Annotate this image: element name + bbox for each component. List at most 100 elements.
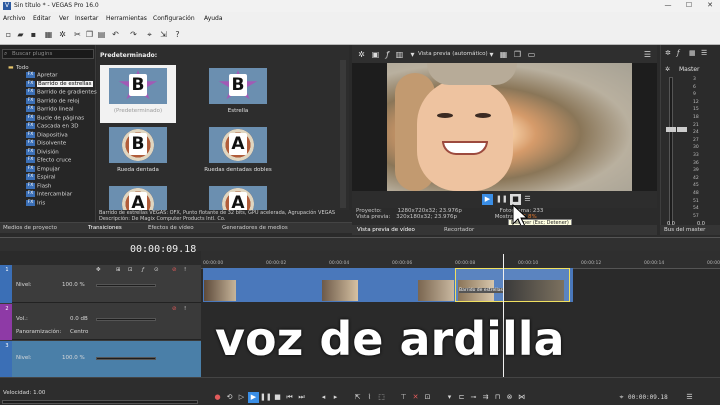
master-fx-icon[interactable]: ƒ	[677, 49, 679, 57]
normal-edit-tool-icon[interactable]: ⇱	[352, 392, 363, 403]
split-screen-icon[interactable]: ▥	[394, 49, 405, 60]
preset-thumbnail[interactable]: B Rueda dentada	[100, 124, 176, 182]
tree-item[interactable]: FX Diapositiva	[26, 131, 68, 140]
track-1-composite-icon[interactable]: ⊡	[128, 267, 133, 273]
lock-envelopes-icon[interactable]: ⊓	[492, 392, 503, 403]
tree-root-label[interactable]: Todo	[16, 65, 29, 71]
select-tool-icon[interactable]: ⌖	[144, 29, 155, 40]
master-menu-icon[interactable]: ☰	[701, 49, 707, 57]
marker-icon[interactable]: ▾	[444, 392, 455, 403]
track-1-motion-icon[interactable]: ✥	[96, 267, 101, 273]
trim-icon[interactable]: ⊡	[422, 392, 433, 403]
track-1-fx-icon[interactable]: ƒ	[142, 267, 144, 273]
close-button[interactable]: ✕	[700, 1, 720, 11]
settings-gear-icon[interactable]: ✲	[57, 29, 68, 40]
preset-scrollbar[interactable]	[340, 60, 346, 208]
tree-item[interactable]: FX División	[26, 148, 59, 157]
tab-transitions[interactable]: Transiciones	[88, 225, 122, 231]
tree-item[interactable]: FX Empujar	[26, 165, 60, 174]
minimize-button[interactable]: —	[658, 1, 678, 11]
new-file-icon[interactable]: ▫	[3, 29, 14, 40]
tree-item[interactable]: FX Iris	[26, 199, 45, 208]
preview-quality-dropdown[interactable]: Vista previa (automático)	[418, 51, 488, 57]
go-to-start-button[interactable]: ⏮	[284, 392, 295, 403]
prev-frame-button[interactable]: ◂	[318, 392, 329, 403]
render-icon[interactable]: ▦	[43, 29, 54, 40]
loop-button[interactable]: ⟲	[224, 392, 235, 403]
copy-snapshot-icon[interactable]: ❐	[512, 49, 523, 60]
track-2-solo-icon[interactable]: !	[184, 306, 186, 312]
play-button[interactable]: ▶	[482, 194, 493, 205]
preview-settings-icon[interactable]: ✲	[356, 49, 367, 60]
tree-item[interactable]: FX Cascada en 3D	[26, 123, 78, 131]
tree-item[interactable]: FX Apretar	[26, 72, 58, 80]
preset-thumbnail[interactable]: A	[200, 183, 276, 210]
undo-icon[interactable]: ↶	[110, 29, 121, 40]
tab-project-media[interactable]: Medios de proyecto	[3, 225, 57, 231]
tree-item[interactable]: FX Espiral	[26, 174, 56, 182]
save-icon[interactable]: ▪	[28, 29, 39, 40]
track-2-volume-slider[interactable]	[96, 318, 156, 321]
master-settings-icon[interactable]: ✲	[665, 49, 671, 57]
master-fader-left[interactable]	[666, 127, 676, 132]
redo-icon[interactable]: ↷	[128, 29, 139, 40]
preview-quality-chevron-icon[interactable]: ▾	[486, 49, 497, 60]
record-button[interactable]: ●	[212, 392, 223, 403]
preset-thumbnail[interactable]: B (Predeterminado)	[100, 65, 176, 123]
maximize-button[interactable]: ☐	[679, 1, 699, 11]
menu-ayuda[interactable]: Ayuda	[204, 15, 223, 22]
timeline-stop-button[interactable]: ■	[272, 392, 283, 403]
menu-insertar[interactable]: Insertar	[75, 15, 98, 22]
rate-slider[interactable]	[2, 400, 198, 404]
tree-item[interactable]: FX Disolvente	[26, 140, 66, 148]
ignore-grouping-icon[interactable]: ⊗	[504, 392, 515, 403]
menu-editar[interactable]: Editar	[33, 15, 51, 22]
tab-video-preview[interactable]: Vista previa de vídeo	[357, 227, 415, 233]
track-header-2[interactable]: 2 Vol.: 0.0 dB Panoramización: Centro ⊘ …	[0, 304, 201, 340]
menu-ver[interactable]: Ver	[59, 15, 69, 22]
next-frame-button[interactable]: ▸	[330, 392, 341, 403]
region-icon[interactable]: ⊏	[456, 392, 467, 403]
track-3-level-slider[interactable]	[96, 357, 156, 360]
auto-ripple-icon[interactable]: ⇉	[480, 392, 491, 403]
track-2-mute-icon[interactable]: ⊘	[172, 306, 177, 312]
track-1-pan-crop-icon[interactable]: ⊞	[116, 267, 121, 273]
menu-herramientas[interactable]: Herramientas	[106, 15, 147, 22]
play-from-start-button[interactable]: ▷	[236, 392, 247, 403]
tab-media-generators[interactable]: Generadores de medios	[222, 225, 288, 231]
project-properties-icon[interactable]: ▣	[370, 49, 381, 60]
master-fader-track-left[interactable]	[669, 77, 673, 227]
edit-tool-icon[interactable]: ⇲	[158, 29, 169, 40]
tree-item[interactable]: FX Efecto cruce	[26, 157, 71, 165]
tab-master-bus[interactable]: Bus del master	[664, 227, 705, 233]
preview-menu-icon[interactable]: ☰	[642, 49, 653, 60]
video-fx-icon[interactable]: ƒ	[382, 49, 393, 60]
help-icon[interactable]: ?	[172, 29, 183, 40]
menu-configuracion[interactable]: Configuración	[153, 15, 195, 22]
selection-tool-icon[interactable]: ⬚	[376, 392, 387, 403]
crossfade-icon[interactable]: ⋈	[516, 392, 527, 403]
tab-video-fx[interactable]: Efectos de vídeo	[148, 225, 194, 231]
track-header-3[interactable]: 3 Nivel: 100.0 %	[0, 341, 201, 377]
open-folder-icon[interactable]: ▰	[15, 29, 26, 40]
tree-item[interactable]: FX Barrido de estrellas	[26, 80, 93, 89]
tree-item[interactable]: FX Bucle de páginas	[26, 114, 84, 123]
timeline-play-button[interactable]: ▶	[248, 392, 259, 403]
paste-icon[interactable]: ▤	[96, 29, 107, 40]
tree-item[interactable]: FX Barrido de gradientes	[26, 89, 97, 97]
tree-item[interactable]: FX Intercambiar	[26, 191, 72, 199]
plugin-search-input[interactable]: Buscar plugins	[2, 49, 94, 59]
menu-archivo[interactable]: Archivo	[3, 15, 25, 22]
tree-item[interactable]: FX Barrido lineal	[26, 106, 74, 114]
preset-thumbnail[interactable]: A	[100, 183, 176, 210]
pause-button[interactable]: ❚❚	[496, 194, 508, 205]
track-1-level-slider[interactable]	[96, 284, 156, 287]
chevron-down-icon[interactable]: ▾	[407, 49, 418, 60]
tree-item[interactable]: FX Barrido de reloj	[26, 97, 79, 106]
master-fader-right[interactable]	[677, 127, 687, 132]
snapping-icon[interactable]: ⊸	[468, 392, 479, 403]
delete-icon[interactable]: ✕	[410, 392, 421, 403]
preset-thumbnail[interactable]: A Ruedas dentadas dobles	[200, 124, 276, 182]
save-snapshot-icon[interactable]: ▭	[526, 49, 537, 60]
track-header-1[interactable]: 1 Nivel: 100.0 % ✥ ⊞ ⊡ ƒ ⊙ ⊘ !	[0, 265, 201, 303]
